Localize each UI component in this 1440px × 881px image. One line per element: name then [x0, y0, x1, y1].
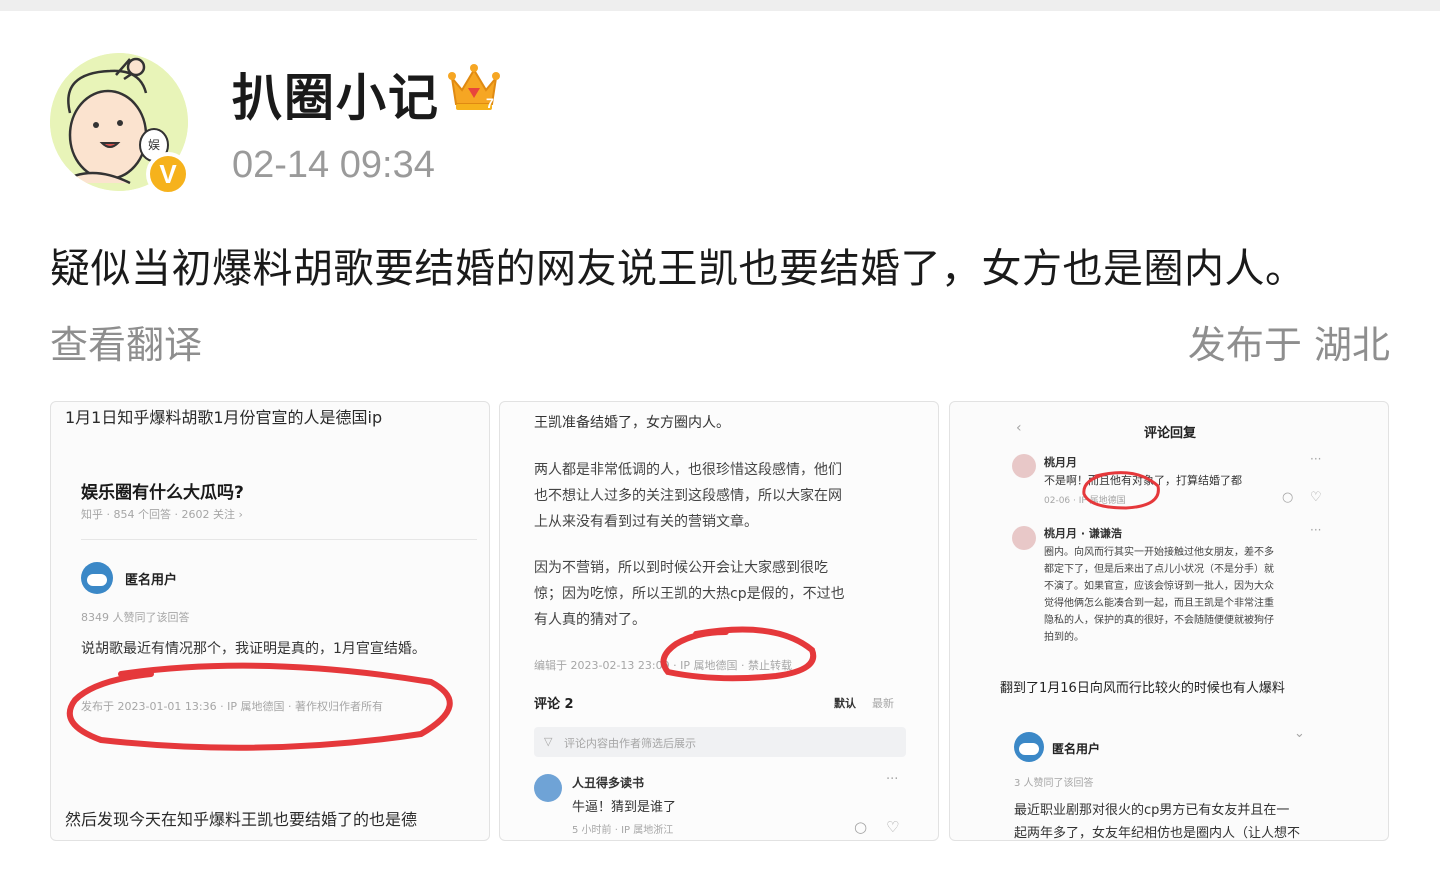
- like-icon: ♡: [886, 818, 900, 836]
- image-3-c2-user: 桃月月 · 谦谦浩: [1044, 527, 1122, 540]
- post-text: 疑似当初爆料胡歌要结婚的网友说王凯也要结婚了，女方也是圈内人。: [50, 246, 1306, 292]
- image-2-sort-latest: 最新: [872, 697, 894, 710]
- post-image-3[interactable]: ‹ 评论回复 桃月月 ··· 不是啊！而且他有对象了，打算结婚了都 02-06 …: [949, 401, 1389, 841]
- image-2-para1-line1: 两人都是非常低调的人，也很珍惜这段感情，他们: [534, 462, 842, 478]
- anonymous-avatar-icon: [81, 562, 113, 594]
- image-3-c1-text: 不是啊！而且他有对象了，打算结婚了都: [1044, 474, 1242, 487]
- svg-text:7: 7: [486, 95, 494, 111]
- anonymous-avatar-icon: [1014, 732, 1044, 762]
- translate-link[interactable]: 查看翻译: [50, 314, 202, 369]
- more-icon: ···: [1310, 523, 1322, 537]
- crown-icon[interactable]: 7: [446, 60, 502, 114]
- image-2-para1-line2: 也不想让人过多的关注到这段感情，所以大家在网: [534, 488, 842, 504]
- username[interactable]: 扒圈小记: [232, 58, 440, 130]
- image-3-c2-line6: 拍到的。: [1044, 632, 1084, 643]
- image-2-para2-line1: 因为不营销，所以到时候公开会让大家感到很吃: [534, 560, 828, 576]
- filter-bar: ▽ 评论内容由作者筛选后展示: [534, 727, 906, 757]
- comment-icon: ○: [854, 818, 868, 836]
- image-1-question-meta: 知乎 · 854 个回答 · 2602 关注 ›: [81, 508, 243, 521]
- red-circle-annotation: [1082, 471, 1160, 510]
- image-3-c2-line4: 觉得他俩怎么能凑合到一起，而且王凯是个非常注重: [1044, 598, 1274, 609]
- image-1-question: 娱乐圈有什么大瓜吗?: [81, 483, 244, 503]
- image-2-para2-line2: 惊；因为吃惊，所以王凯的大热cp是假的，不过也: [534, 586, 845, 602]
- image-2-filter-note: 评论内容由作者筛选后展示: [564, 737, 696, 750]
- image-1-posted: 发布于 2023-01-01 13:36 · IP 属地德国 · 著作权归作者所…: [81, 700, 383, 713]
- image-1-title: 1月1日知乎爆料胡歌1月份官宣的人是德国ip: [65, 408, 383, 427]
- image-3-caption: 翻到了1月16日向风而行比较火的时候也有人爆料: [1000, 681, 1285, 696]
- image-2-sort-default: 默认: [834, 697, 856, 710]
- more-icon: ···: [886, 772, 899, 787]
- post-timestamp: 02-14 09:34: [232, 144, 435, 186]
- image-3-c1-user: 桃月月: [1044, 456, 1077, 469]
- svg-text:娱: 娱: [148, 138, 160, 152]
- image-3-body-line2: 起两年多了，女友年纪相仿也是圈内人（让人想不: [1014, 826, 1301, 841]
- image-3-body-line1: 最近职业剧那对很火的cp男方已有女友并且在一: [1014, 803, 1290, 818]
- comment-icon: ○: [1282, 490, 1294, 505]
- image-2-commenter: 人丑得多读书: [572, 776, 645, 790]
- image-1-answer: 说胡歌最近有情况那个，我证明是真的，1月官宣结婚。: [81, 641, 426, 657]
- image-1-likes: 8349 人赞同了该回答: [81, 611, 190, 624]
- c2-avatar: [1012, 526, 1036, 550]
- post-location: 发布于 湖北: [1187, 323, 1390, 367]
- image-3-c2-line1: 圈内。向风而行其实一开始接触过他女朋友，差不多: [1044, 547, 1274, 558]
- image-3-likes: 3 人赞同了该回答: [1014, 778, 1094, 789]
- image-2-comment-text: 牛逼！猜到是谁了: [572, 800, 677, 815]
- top-status-strip: [0, 0, 1440, 11]
- image-2-comment-meta: 5 小时前 · IP 属地浙江: [572, 825, 674, 836]
- image-2-edited: 编辑于 2023-02-13 23:09 · IP 属地德国 · 禁止转载: [534, 659, 792, 672]
- divider: [81, 539, 477, 540]
- image-3-user: 匿名用户: [1052, 742, 1101, 756]
- post-image-2[interactable]: 王凯准备结婚了，女方圈内人。 两人都是非常低调的人，也很珍惜这段感情，他们 也不…: [499, 401, 939, 841]
- filter-icon: ▽: [544, 735, 553, 748]
- image-2-line1: 王凯准备结婚了，女方圈内人。: [534, 415, 730, 431]
- image-2-para1-line3: 上从来没有看到过有关的营销文章。: [534, 514, 758, 530]
- image-3-header-title: 评论回复: [1144, 426, 1197, 441]
- image-3-c2-line5: 隐私的人，保护的真的很好，不会随随便便就被狗仔: [1044, 615, 1274, 626]
- commenter-avatar: [534, 774, 562, 802]
- back-chevron-icon: ‹: [1016, 420, 1022, 436]
- image-1-footer: 然后发现今天在知乎爆料王凯也要结婚了的也是德: [65, 810, 418, 829]
- more-icon: ···: [1310, 452, 1322, 466]
- image-3-c1-meta: 02-06 · IP 属地德国: [1044, 496, 1126, 506]
- expand-chevron-icon: ⌄: [1294, 726, 1305, 741]
- verified-badge-icon: V: [146, 152, 190, 196]
- image-2-para2-line3: 有人真的猜对了。: [534, 612, 646, 628]
- image-3-c2-line2: 都定下了，但是后来出了点儿小状况（不是分手）就: [1044, 564, 1274, 575]
- image-3-c2-line3: 不演了。如果官宣，应该会惊讶到一批人，因为大众: [1044, 581, 1274, 592]
- red-circle-annotation: [660, 626, 817, 682]
- like-icon: ♡: [1310, 490, 1322, 505]
- post-image-1[interactable]: 1月1日知乎爆料胡歌1月份官宣的人是德国ip 娱乐圈有什么大瓜吗? 知乎 · 8…: [50, 401, 490, 841]
- c1-avatar: [1012, 454, 1036, 478]
- image-2-comments-label: 评论 2: [534, 697, 574, 712]
- image-1-user: 匿名用户: [125, 573, 178, 588]
